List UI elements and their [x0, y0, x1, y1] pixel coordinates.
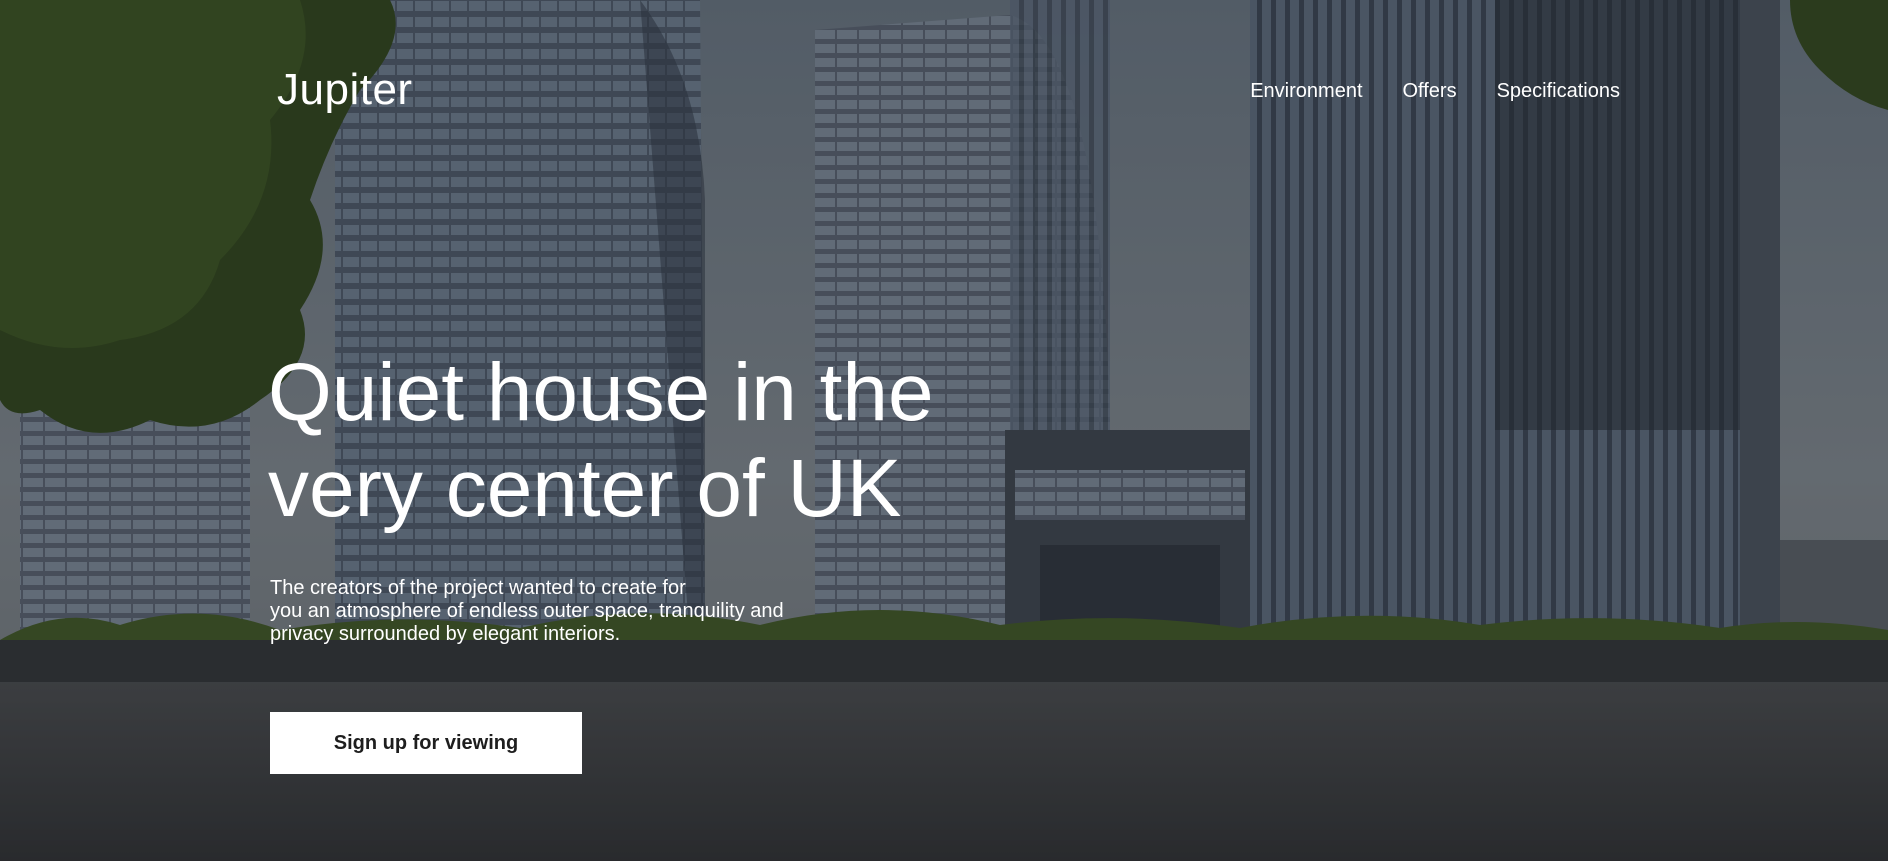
sign-up-for-viewing-button[interactable]: Sign up for viewing — [270, 712, 582, 774]
description-line-2: you an atmosphere of endless outer space… — [270, 600, 784, 622]
hero-description: The creators of the project wanted to cr… — [270, 577, 784, 646]
description-line-3: privacy surrounded by elegant interiors. — [270, 623, 621, 645]
logo[interactable]: Jupiter — [277, 64, 413, 116]
description-line-1: The creators of the project wanted to cr… — [270, 577, 686, 599]
headline-line-2: very center of UK — [268, 443, 902, 534]
nav-item-environment[interactable]: Environment — [1250, 78, 1362, 104]
nav-item-offers[interactable]: Offers — [1403, 78, 1457, 104]
nav-item-specifications[interactable]: Specifications — [1497, 78, 1620, 104]
hero-section: Jupiter Environment Offers Specification… — [0, 0, 1888, 861]
hero-headline: Quiet house in the very center of UK — [268, 345, 1028, 537]
main-nav: Environment Offers Specifications — [1250, 78, 1620, 104]
headline-line-1: Quiet house in the — [268, 347, 934, 438]
